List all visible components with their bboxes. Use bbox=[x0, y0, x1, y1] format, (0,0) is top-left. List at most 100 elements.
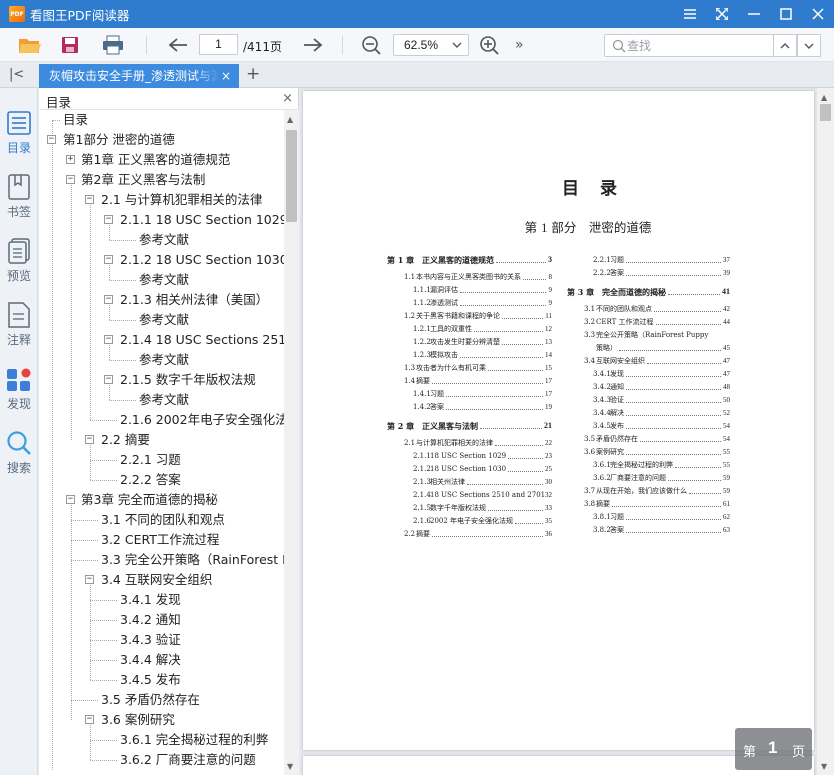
fullscreen-button[interactable] bbox=[706, 0, 738, 28]
collapse-toggle-icon[interactable]: − bbox=[47, 135, 56, 144]
collapse-toggle-icon[interactable]: − bbox=[85, 195, 94, 204]
toc-entry[interactable]: 2.1.6 2002 年电子安全强化法规 35 bbox=[387, 515, 552, 527]
open-file-button[interactable] bbox=[17, 33, 43, 57]
toc-entry[interactable]: 第 2 章正义黑客与法制 21 bbox=[387, 420, 552, 432]
toc-entry[interactable]: 1.4.2 答案 19 bbox=[387, 401, 552, 413]
toc-item[interactable]: −3.6 案例研究 bbox=[39, 710, 284, 730]
scroll-up-icon[interactable]: ▲ bbox=[821, 93, 827, 102]
toc-entry[interactable]: 2.1.1 18 USC Section 1029 23 bbox=[387, 450, 552, 462]
zoom-in-button[interactable] bbox=[476, 33, 502, 57]
toc-entry[interactable]: 第 3 章完全而道德的揭秘 41 bbox=[567, 286, 730, 298]
zoom-out-button[interactable] bbox=[358, 33, 384, 57]
toc-entry[interactable]: 3.4 互联网安全组织 47 bbox=[567, 355, 730, 367]
toc-item[interactable]: −2.2 摘要 bbox=[39, 430, 284, 450]
toc-entry[interactable]: 2.1.5 数字千年版权法规 33 bbox=[387, 502, 552, 514]
toc-scrollbar[interactable]: ▲ ▼ bbox=[284, 110, 299, 775]
toc-entry[interactable]: 3.4.3 验证 50 bbox=[567, 394, 730, 406]
toc-entry[interactable]: 2.1.4 18 USC Sections 2510 and 2701 32 bbox=[387, 489, 552, 501]
toc-item[interactable]: 参考文献 bbox=[39, 310, 284, 330]
toc-item[interactable]: 3.5 矛盾仍然存在 bbox=[39, 690, 284, 710]
toc-item[interactable]: − 第2章 正义黑客与法制 bbox=[39, 170, 284, 190]
toc-entry[interactable]: 1.1.1 漏洞评估 9 bbox=[387, 284, 552, 296]
toc-item[interactable]: 3.4.5 发布 bbox=[39, 670, 284, 690]
rail-item-notes[interactable]: 注释 bbox=[0, 296, 38, 352]
next-page-button[interactable] bbox=[300, 33, 326, 57]
toc-item[interactable]: −3.4 互联网安全组织 bbox=[39, 570, 284, 590]
toc-item[interactable]: 参考文献 bbox=[39, 390, 284, 410]
toc-entry[interactable]: 3.2 CERT 工作流过程 44 bbox=[567, 316, 730, 328]
toc-entry[interactable]: 2.1.2 18 USC Section 1030 25 bbox=[387, 463, 552, 475]
document-tab[interactable]: 灰帽攻击安全手册_渗透测试与漏洞分析 × bbox=[39, 64, 239, 88]
toc-item[interactable]: 3.4.1 发现 bbox=[39, 590, 284, 610]
new-tab-button[interactable]: + bbox=[246, 64, 260, 84]
collapse-toggle-icon[interactable]: − bbox=[85, 575, 94, 584]
toc-entry[interactable]: 策略） 45 bbox=[567, 342, 730, 354]
scroll-up-icon[interactable]: ▲ bbox=[287, 115, 293, 124]
toc-entry[interactable]: 3.3 完全公开策略（RainForest Puppy bbox=[567, 329, 730, 341]
page-number-input[interactable]: 1 bbox=[199, 34, 238, 55]
toc-item[interactable]: 2.2.1 习题 bbox=[39, 450, 284, 470]
collapse-toggle-icon[interactable]: − bbox=[85, 435, 94, 444]
collapse-toggle-icon[interactable]: − bbox=[104, 295, 113, 304]
close-window-button[interactable] bbox=[802, 0, 834, 28]
toc-item[interactable]: −2.1 与计算机犯罪相关的法律 bbox=[39, 190, 284, 210]
scroll-down-icon[interactable]: ▼ bbox=[821, 762, 827, 771]
toc-entry[interactable]: 2.2.2 答案 39 bbox=[567, 267, 730, 279]
toc-item[interactable]: 3.6.2 厂商要注意的问题 bbox=[39, 750, 284, 770]
toc-item[interactable]: 参考文献 bbox=[39, 350, 284, 370]
collapse-toggle-icon[interactable]: − bbox=[85, 715, 94, 724]
toc-entry[interactable]: 3.6 案例研究 55 bbox=[567, 446, 730, 458]
rail-item-discover[interactable]: 发现 bbox=[0, 360, 38, 416]
toc-item[interactable]: − 第1部分 泄密的道德 bbox=[39, 130, 284, 150]
toc-entry[interactable]: 3.7 从现在开始，我们应该做什么 59 bbox=[567, 485, 730, 497]
toc-item[interactable]: + 第1章 正义黑客的道德规范 bbox=[39, 150, 284, 170]
rail-item-search[interactable]: 搜索 bbox=[0, 424, 38, 480]
toc-entry[interactable]: 1.2.3 模拟攻击 14 bbox=[387, 349, 552, 361]
maximize-button[interactable] bbox=[770, 0, 802, 28]
toc-item[interactable]: −2.1.1 18 USC Section 1029 bbox=[39, 210, 284, 230]
rail-item-bookmark[interactable]: 书签 bbox=[0, 168, 38, 224]
toc-entry[interactable]: 3.8.1 习题 62 bbox=[567, 511, 730, 523]
search-next-button[interactable] bbox=[797, 34, 821, 57]
toc-entry[interactable]: 1.1 本书内容与正义黑客类图书的关系 8 bbox=[387, 271, 552, 283]
toc-entry[interactable]: 3.6.1 完全揭秘过程的利弊 55 bbox=[567, 459, 730, 471]
toc-entry[interactable]: 1.4.1 习题 17 bbox=[387, 388, 552, 400]
toc-item[interactable]: 3.2 CERT工作流过程 bbox=[39, 530, 284, 550]
toc-item[interactable]: 目录 bbox=[39, 110, 284, 130]
scroll-down-icon[interactable]: ▼ bbox=[287, 762, 293, 771]
collapse-sidebar-button[interactable]: |< bbox=[9, 67, 24, 82]
toc-entry[interactable]: 3.4.4 解决 52 bbox=[567, 407, 730, 419]
rail-item-toc[interactable]: 目录 bbox=[0, 104, 38, 160]
toc-item[interactable]: 3.4.4 解决 bbox=[39, 650, 284, 670]
toc-item[interactable]: −2.1.2 18 USC Section 1030 bbox=[39, 250, 284, 270]
toc-entry[interactable]: 1.4 摘要 17 bbox=[387, 375, 552, 387]
save-button[interactable] bbox=[57, 33, 83, 57]
toc-entry[interactable]: 2.2 摘要 36 bbox=[387, 528, 552, 540]
print-button[interactable] bbox=[100, 33, 126, 57]
search-input[interactable] bbox=[627, 37, 767, 54]
toc-item[interactable]: 3.4.3 验证 bbox=[39, 630, 284, 650]
scroll-thumb[interactable] bbox=[820, 104, 831, 121]
search-prev-button[interactable] bbox=[773, 34, 797, 57]
toc-item[interactable]: −2.1.3 相关州法律（美国） bbox=[39, 290, 284, 310]
menu-button[interactable] bbox=[674, 0, 706, 28]
rail-item-preview[interactable]: 预览 bbox=[0, 232, 38, 288]
toc-item[interactable]: − 第3章 完全而道德的揭秘 bbox=[39, 490, 284, 510]
toc-item[interactable]: 3.3 完全公开策略（RainForest Puppy策略） bbox=[39, 550, 284, 570]
collapse-toggle-icon[interactable]: − bbox=[66, 175, 75, 184]
collapse-toggle-icon[interactable]: − bbox=[104, 375, 113, 384]
viewer-scrollbar[interactable]: ▲ ▼ bbox=[817, 88, 834, 775]
toc-entry[interactable]: 1.3 攻击者为什么有机可乘 15 bbox=[387, 362, 552, 374]
toc-item[interactable]: −2.1.5 数字千年版权法规 bbox=[39, 370, 284, 390]
toc-entry[interactable]: 3.6.2 厂商要注意的问题 59 bbox=[567, 472, 730, 484]
toc-entry[interactable]: 1.2.1 工具的双重性 12 bbox=[387, 323, 552, 335]
toc-entry[interactable]: 3.1 不同的团队和观点 42 bbox=[567, 303, 730, 315]
toc-item[interactable]: 参考文献 bbox=[39, 270, 284, 290]
collapse-toggle-icon[interactable]: − bbox=[104, 255, 113, 264]
toc-item[interactable]: 2.2.2 答案 bbox=[39, 470, 284, 490]
toc-entry[interactable]: 第 1 章正义黑客的道德规范 3 bbox=[387, 254, 552, 266]
toc-entry[interactable]: 3.8.2 答案 63 bbox=[567, 524, 730, 536]
toc-entry[interactable]: 3.5 矛盾仍然存在 54 bbox=[567, 433, 730, 445]
more-tools-button[interactable]: » bbox=[515, 37, 524, 53]
toc-entry[interactable]: 1.2 关于黑客书籍和课程的争论 11 bbox=[387, 310, 552, 322]
